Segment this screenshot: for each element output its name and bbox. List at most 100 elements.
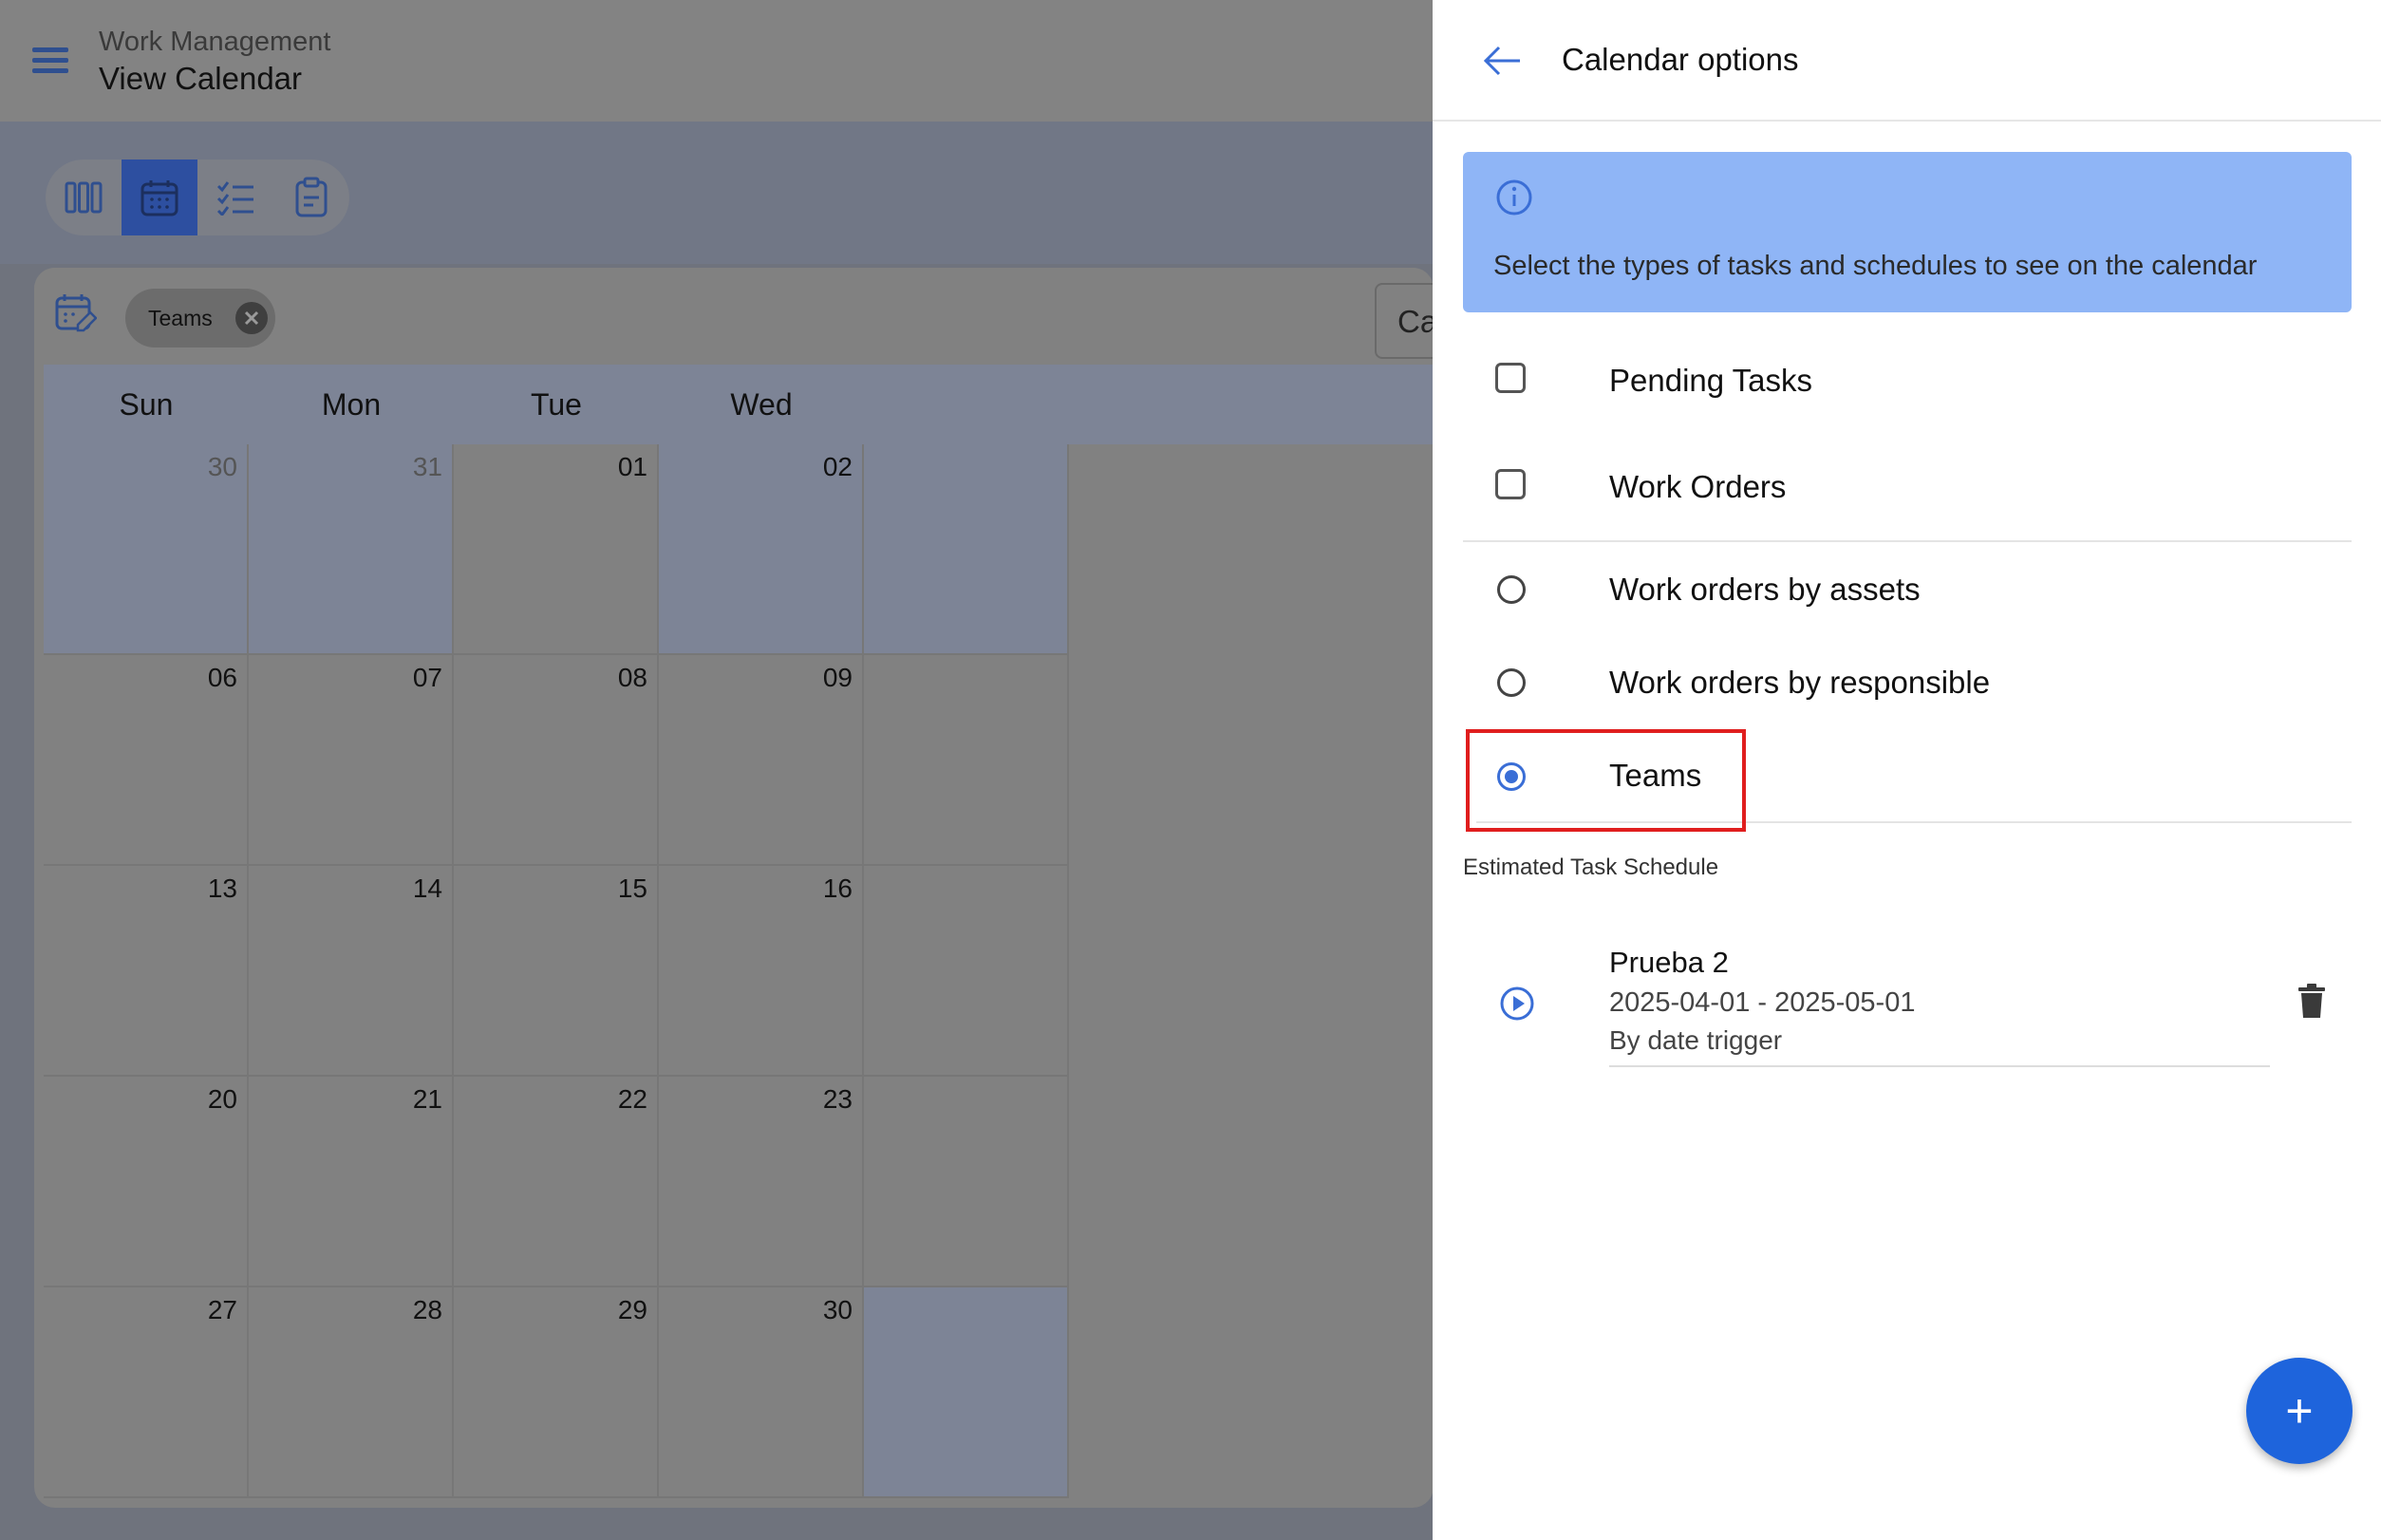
calendar-week-row: 13 14 15 16 [44, 866, 1434, 1077]
calendar-day-cell[interactable]: 21 [249, 1077, 454, 1287]
weekday-header-row: Sun Mon Tue Wed [44, 365, 1434, 444]
page-title: View Calendar [99, 61, 303, 96]
clipboard-view-button[interactable] [273, 160, 349, 235]
checklist-view-icon [216, 181, 253, 216]
delete-schedule-button[interactable] [2297, 984, 2327, 1024]
divider [1609, 1065, 2270, 1067]
day-number: 30 [822, 1295, 853, 1324]
trash-icon [2298, 984, 2325, 1018]
chip-close-button[interactable] [235, 302, 268, 334]
option-work-orders-by-assets[interactable]: Work orders by assets [1463, 551, 2352, 627]
columns-view-button[interactable] [46, 160, 122, 235]
add-fab-button[interactable]: + [2246, 1358, 2353, 1464]
day-number: 01 [617, 452, 647, 481]
calendar-day-cell[interactable]: 13 [44, 866, 249, 1077]
calendar-view-icon [141, 180, 178, 216]
work-orders-by-assets-radio[interactable] [1497, 575, 1526, 604]
day-number: 28 [412, 1295, 442, 1324]
calendar-type-select-value: Ca [1397, 304, 1434, 339]
day-number: 27 [207, 1295, 237, 1324]
calendar-day-cell[interactable]: 02 [659, 444, 864, 655]
day-number: 09 [822, 663, 853, 692]
weekday-header: Mon [321, 387, 382, 422]
calendar-day-cell[interactable] [864, 655, 1069, 866]
panel-title: Calendar options [1562, 42, 1799, 77]
calendar-day-cell[interactable]: 20 [44, 1077, 249, 1287]
calendar-day-cell[interactable]: 30 [44, 444, 249, 655]
info-text: Select the types of tasks and schedules … [1493, 251, 2258, 281]
columns-view-icon [65, 181, 103, 214]
option-work-orders-by-responsible[interactable]: Work orders by responsible [1463, 646, 2352, 722]
view-toggle-group [46, 160, 349, 235]
schedule-name: Prueba 2 [1609, 946, 1729, 979]
calendar-day-cell[interactable] [864, 444, 1069, 655]
option-work-orders[interactable]: Work Orders [1463, 450, 2352, 520]
calendar-body: 30 31 01 02 06 07 08 09 13 14 15 16 20 21 22 23 27 28 29 30 [44, 444, 1434, 1498]
day-number: 22 [617, 1084, 647, 1114]
arrow-left-icon [1483, 46, 1520, 76]
weekday-header: Tue [531, 387, 582, 422]
panel-header: Calendar options [1433, 0, 2381, 122]
calendar-day-cell[interactable]: 09 [659, 655, 864, 866]
calendar-week-row: 06 07 08 09 [44, 655, 1434, 866]
calendar-day-cell[interactable] [864, 1077, 1069, 1287]
day-number: 30 [207, 452, 237, 481]
hamburger-menu-icon[interactable] [32, 44, 70, 76]
calendar-day-cell[interactable]: 08 [454, 655, 659, 866]
day-number: 16 [822, 873, 853, 903]
calendar-day-cell[interactable] [864, 1287, 1069, 1498]
filter-chip-label: Teams [148, 306, 213, 330]
close-icon [244, 310, 259, 326]
calendar-day-cell[interactable]: 30 [659, 1287, 864, 1498]
work-orders-by-responsible-radio[interactable] [1497, 668, 1526, 697]
day-number: 31 [412, 452, 442, 481]
calendar-day-cell[interactable]: 23 [659, 1077, 864, 1287]
checklist-view-button[interactable] [197, 160, 273, 235]
calendar-type-select[interactable]: Ca [1375, 283, 1434, 359]
calendar-view-button[interactable] [122, 160, 197, 235]
divider [1463, 540, 2352, 542]
back-button[interactable] [1482, 44, 1524, 83]
weekday-header: Wed [730, 387, 793, 422]
schedule-item[interactable]: Prueba 2 2025-04-01 - 2025-05-01 By date… [1463, 930, 2352, 1073]
clipboard-view-icon [295, 177, 328, 217]
plus-icon: + [2285, 1384, 2314, 1437]
schedule-trigger: By date trigger [1609, 1025, 1783, 1055]
day-number: 08 [617, 663, 647, 692]
day-number: 13 [207, 873, 237, 903]
section-label: Estimated Task Schedule [1463, 855, 1719, 880]
calendar-week-row: 27 28 29 30 [44, 1287, 1434, 1498]
calendar-day-cell[interactable]: 16 [659, 866, 864, 1077]
filter-chip[interactable]: Teams [125, 289, 275, 347]
calendar-toolbar: Teams Ca [34, 268, 1434, 365]
calendar-settings-button[interactable] [55, 292, 98, 341]
calendar-day-cell[interactable] [864, 866, 1069, 1077]
day-number: 07 [412, 663, 442, 692]
app-name: Work Management [99, 27, 331, 57]
info-banner: Select the types of tasks and schedules … [1463, 152, 2352, 312]
calendar-edit-icon [55, 294, 98, 332]
calendar-day-cell[interactable]: 29 [454, 1287, 659, 1498]
calendar-day-cell[interactable]: 14 [249, 866, 454, 1077]
day-number: 20 [207, 1084, 237, 1114]
calendar-day-cell[interactable]: 06 [44, 655, 249, 866]
calendar-day-cell[interactable]: 15 [454, 866, 659, 1077]
day-number: 06 [207, 663, 237, 692]
calendar-day-cell[interactable]: 28 [249, 1287, 454, 1498]
option-label: Work orders by responsible [1609, 665, 1991, 700]
calendar-grid: Sun Mon Tue Wed 30 31 01 02 06 07 08 09 13 14 15 16 20 2… [44, 365, 1434, 1498]
pending-tasks-checkbox[interactable] [1495, 363, 1526, 393]
weekday-header: Sun [119, 387, 174, 422]
calendar-day-cell[interactable]: 01 [454, 444, 659, 655]
calendar-day-cell[interactable]: 27 [44, 1287, 249, 1498]
work-orders-checkbox[interactable] [1495, 469, 1526, 499]
calendar-day-cell[interactable]: 31 [249, 444, 454, 655]
day-number: 15 [617, 873, 647, 903]
top-app-bar: Work Management View Calendar [0, 0, 1434, 122]
calendar-day-cell[interactable]: 22 [454, 1077, 659, 1287]
page: Work Management View Calendar Teams Ca S… [0, 0, 2381, 1540]
option-pending-tasks[interactable]: Pending Tasks [1463, 344, 2352, 414]
calendar-week-row: 30 31 01 02 [44, 444, 1434, 655]
day-number: 23 [822, 1084, 853, 1114]
calendar-day-cell[interactable]: 07 [249, 655, 454, 866]
